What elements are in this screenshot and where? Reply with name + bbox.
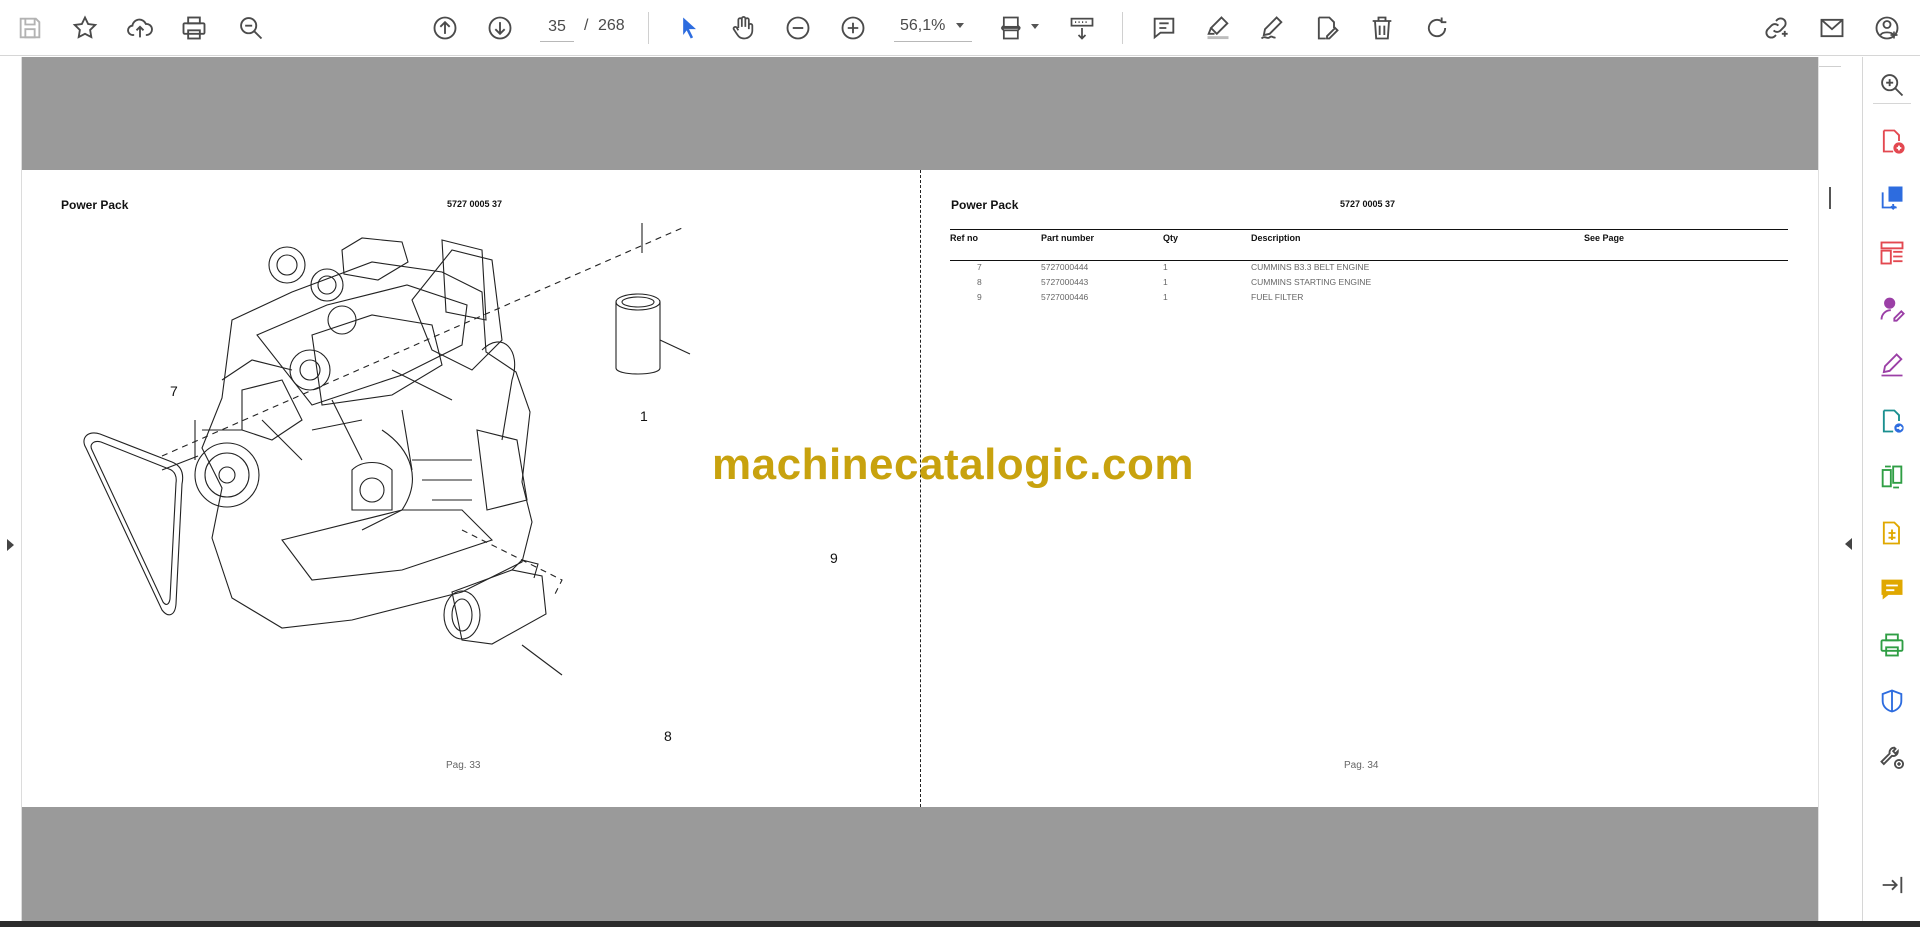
search-zoom-panel-icon[interactable] — [1876, 69, 1908, 101]
left-page-title: Power Pack — [61, 198, 129, 212]
panel-divider — [1873, 103, 1911, 104]
cell-qty: 1 — [1163, 277, 1168, 287]
highlight-icon[interactable] — [1200, 10, 1236, 46]
right-page-number: Pag. 34 — [1344, 760, 1379, 771]
create-pdf-icon[interactable] — [1876, 125, 1908, 157]
cell-description: CUMMINS B3.3 BELT ENGINE — [1251, 262, 1370, 272]
chevron-down-icon — [956, 23, 964, 28]
export-pdf-icon[interactable] — [1876, 181, 1908, 213]
col-header-part-number: Part number — [1041, 233, 1095, 243]
callout-9: 9 — [830, 550, 838, 566]
col-header-see-page: See Page — [1584, 233, 1625, 243]
cell-description: FUEL FILTER — [1251, 292, 1304, 302]
cell-part-number: 5727000443 — [1041, 277, 1089, 287]
engine-illustration — [83, 223, 691, 676]
col-header-ref: Ref no — [950, 233, 978, 243]
collapse-right-panel-icon[interactable] — [1845, 538, 1852, 550]
cell-ref: 8 — [977, 277, 982, 287]
comment-panel-icon[interactable] — [1876, 573, 1908, 605]
organize-pages-icon[interactable] — [1876, 237, 1908, 269]
cell-qty: 1 — [1163, 262, 1168, 272]
hand-tool-icon[interactable] — [725, 10, 761, 46]
watermark-text: machinecatalogic.com — [712, 440, 1194, 489]
zoom-select[interactable]: 56,1% — [894, 12, 972, 42]
zoom-value: 56,1% — [900, 17, 946, 34]
scrollbar-top — [1819, 57, 1841, 67]
comment-icon[interactable] — [1146, 10, 1182, 46]
collapse-panel-icon[interactable] — [1876, 869, 1908, 901]
right-page-title: Power Pack — [951, 198, 1019, 212]
cell-part-number: 5727000444 — [1041, 262, 1089, 272]
fit-page-icon[interactable] — [994, 10, 1030, 46]
share-link-icon[interactable] — [1758, 10, 1794, 46]
chevron-down-icon[interactable] — [1031, 24, 1039, 29]
expand-left-panel-icon[interactable] — [7, 539, 14, 551]
page-separator: / — [584, 17, 589, 34]
send-for-review-icon[interactable] — [1876, 405, 1908, 437]
callout-1: 1 — [640, 408, 648, 424]
bookmark-star-icon[interactable] — [67, 10, 103, 46]
callout-7: 7 — [170, 383, 178, 399]
scroll-mode-icon[interactable] — [1064, 10, 1100, 46]
select-cursor-icon[interactable] — [671, 10, 707, 46]
col-header-description: Description — [1251, 233, 1301, 243]
protect-icon[interactable] — [1876, 685, 1908, 717]
rotate-icon[interactable] — [1419, 10, 1455, 46]
left-page-number: Pag. 33 — [446, 760, 481, 771]
cell-part-number: 5727000446 — [1041, 292, 1089, 302]
cell-description: CUMMINS STARTING ENGINE — [1251, 277, 1372, 287]
cloud-upload-icon[interactable] — [122, 10, 158, 46]
scan-ocr-icon[interactable] — [1876, 517, 1908, 549]
email-icon[interactable] — [1814, 10, 1850, 46]
right-page-code: 5727 0005 37 — [1340, 199, 1396, 209]
callout-8: 8 — [664, 728, 672, 744]
bottom-edge — [0, 921, 1920, 927]
next-page-icon[interactable] — [482, 10, 518, 46]
zoom-in-icon[interactable] — [835, 10, 871, 46]
left-panel-strip — [0, 57, 22, 921]
search-zoom-icon[interactable] — [233, 10, 269, 46]
main-toolbar: / 268 56,1% — [0, 0, 1920, 56]
cell-ref: 9 — [977, 292, 982, 302]
compare-files-icon[interactable] — [1876, 461, 1908, 493]
scrollbar-thumb[interactable] — [1829, 187, 1831, 209]
right-tools-panel — [1862, 57, 1920, 921]
toolbar-divider — [648, 12, 649, 44]
print-icon[interactable] — [176, 10, 212, 46]
col-header-qty: Qty — [1163, 233, 1179, 243]
table-header-rule — [950, 260, 1788, 261]
page-number-input[interactable] — [540, 12, 574, 42]
table-top-rule — [950, 229, 1788, 230]
cell-ref: 7 — [977, 262, 982, 272]
cell-qty: 1 — [1163, 292, 1168, 302]
delete-icon[interactable] — [1364, 10, 1400, 46]
print-production-icon[interactable] — [1876, 629, 1908, 661]
account-icon[interactable] — [1869, 10, 1905, 46]
page-total: 268 — [598, 17, 625, 34]
left-page-code: 5727 0005 37 — [447, 199, 503, 209]
more-tools-icon[interactable] — [1876, 741, 1908, 773]
save-icon[interactable] — [12, 10, 48, 46]
toolbar-divider — [1122, 12, 1123, 44]
vertical-scrollbar[interactable] — [1818, 57, 1862, 921]
zoom-out-icon[interactable] — [780, 10, 816, 46]
sign-icon[interactable] — [1254, 10, 1290, 46]
edit-pdf-icon[interactable] — [1309, 10, 1345, 46]
fill-sign-icon[interactable] — [1876, 293, 1908, 325]
previous-page-icon[interactable] — [427, 10, 463, 46]
request-signature-icon[interactable] — [1876, 349, 1908, 381]
